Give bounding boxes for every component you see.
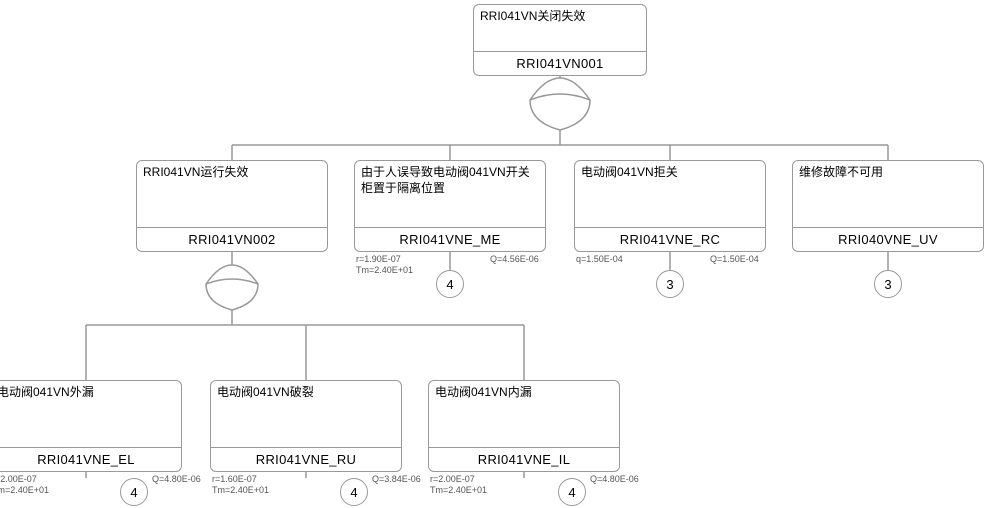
transfer-m4: 3	[874, 270, 902, 298]
transfer-b3: 4	[558, 478, 586, 506]
node-b2-code: RRI041VNE_RU	[211, 447, 401, 471]
fault-tree-canvas: RRI041VN关闭失效 RRI041VN001 RRI041VN运行失效 RR…	[0, 0, 1000, 508]
node-b3-code: RRI041VNE_IL	[429, 447, 619, 471]
node-m2-code: RRI041VNE_ME	[355, 227, 545, 251]
node-top: RRI041VN关闭失效 RRI041VN001	[473, 4, 647, 76]
node-b1: 电动阀041VN外漏 RRI041VNE_EL	[0, 380, 182, 472]
params-m2-right: Q=4.56E-06	[490, 254, 539, 265]
params-b2-right: Q=3.84E-06	[372, 474, 421, 485]
transfer-m3: 3	[656, 270, 684, 298]
transfer-b1: 4	[120, 478, 148, 506]
params-b1-right: Q=4.80E-06	[152, 474, 201, 485]
params-b2-left: r=1.60E-07Tm=2.40E+01	[212, 474, 269, 497]
node-m4: 维修故障不可用 RRI040VNE_UV	[792, 160, 984, 252]
node-m4-desc: 维修故障不可用	[793, 161, 983, 227]
params-m3-right: Q=1.50E-04	[710, 254, 759, 265]
node-top-code: RRI041VN001	[474, 51, 646, 75]
node-m1-desc: RRI041VN运行失效	[137, 161, 327, 227]
node-b2-desc: 电动阀041VN破裂	[211, 381, 401, 447]
or-gate-mid	[206, 265, 258, 310]
params-m2-left: r=1.90E-07Tm=2.40E+01	[356, 254, 413, 277]
transfer-b2: 4	[340, 478, 368, 506]
node-m3-desc: 电动阀041VN拒关	[575, 161, 765, 227]
node-m3: 电动阀041VN拒关 RRI041VNE_RC	[574, 160, 766, 252]
params-b3-right: Q=4.80E-06	[590, 474, 639, 485]
params-m3-left: q=1.50E-04	[576, 254, 623, 265]
node-m2: 由于人误导致电动阀041VN开关柜置于隔离位置 RRI041VNE_ME	[354, 160, 546, 252]
node-m2-desc: 由于人误导致电动阀041VN开关柜置于隔离位置	[355, 161, 545, 227]
node-top-desc: RRI041VN关闭失效	[474, 5, 646, 51]
node-b2: 电动阀041VN破裂 RRI041VNE_RU	[210, 380, 402, 472]
params-b3-left: r=2.00E-07Tm=2.40E+01	[430, 474, 487, 497]
node-b3-desc: 电动阀041VN内漏	[429, 381, 619, 447]
or-gate-top	[530, 78, 590, 130]
params-b1-left: r=2.00E-07Tm=2.40E+01	[0, 474, 49, 497]
node-b1-code: RRI041VNE_EL	[0, 447, 181, 471]
transfer-m2: 4	[436, 270, 464, 298]
node-m1-code: RRI041VN002	[137, 227, 327, 251]
node-m4-code: RRI040VNE_UV	[793, 227, 983, 251]
node-b3: 电动阀041VN内漏 RRI041VNE_IL	[428, 380, 620, 472]
node-m3-code: RRI041VNE_RC	[575, 227, 765, 251]
node-m1: RRI041VN运行失效 RRI041VN002	[136, 160, 328, 252]
node-b1-desc: 电动阀041VN外漏	[0, 381, 181, 447]
